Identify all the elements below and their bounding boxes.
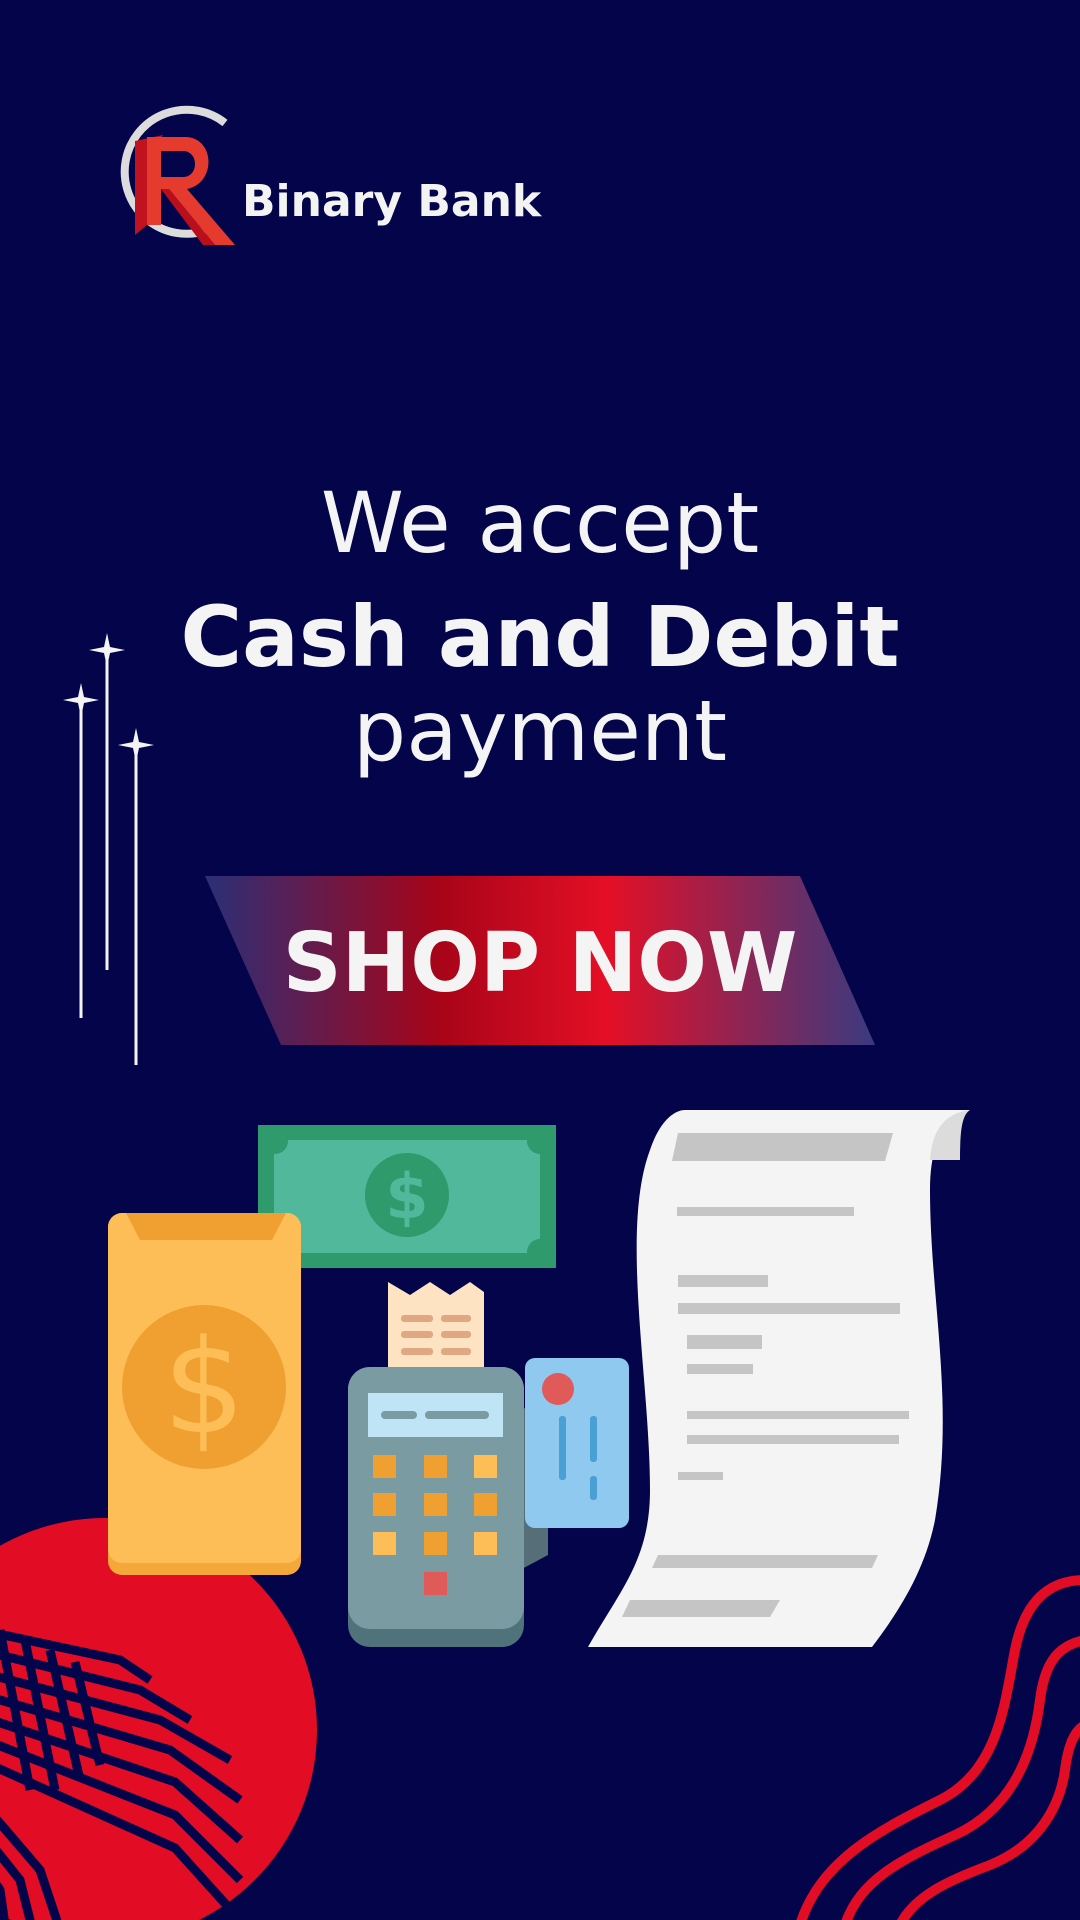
svg-text:$: $ bbox=[163, 1311, 246, 1463]
headline-line-2: Cash and Debit bbox=[180, 588, 900, 686]
card-terminal-icon bbox=[348, 1282, 548, 1647]
headline-line-1: We accept bbox=[320, 474, 760, 572]
headline-line-3: payment bbox=[352, 682, 728, 780]
banknote-icon: $ bbox=[258, 1125, 556, 1268]
shop-now-button[interactable] bbox=[205, 876, 875, 1045]
svg-text:$: $ bbox=[385, 1160, 428, 1233]
receipt-icon bbox=[588, 1110, 970, 1647]
smartphone-dollar-icon: $ bbox=[108, 1213, 301, 1575]
brand-name: Binary Bank bbox=[242, 176, 542, 227]
r-monogram-logo bbox=[120, 105, 235, 245]
credit-card-icon bbox=[525, 1358, 629, 1528]
payment-illustration: $ $ bbox=[108, 1110, 970, 1647]
